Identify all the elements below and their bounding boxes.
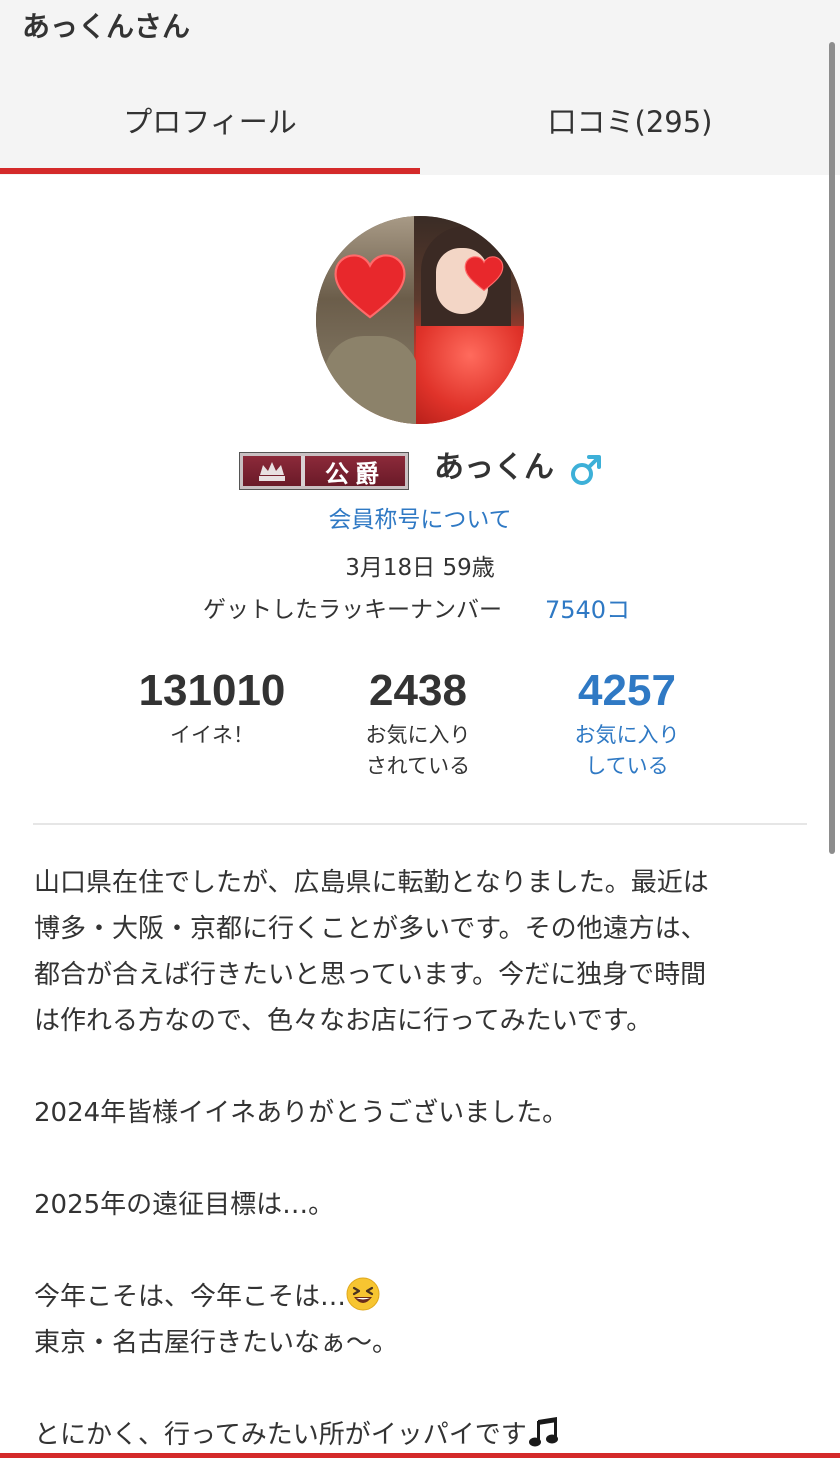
birthday-age: 3月18日 59歳	[345, 555, 495, 581]
stat-favoriting-link[interactable]: 4257 お気に入り している	[527, 664, 727, 782]
profile-page: あっくんさん プロフィール 口コミ(295) 公爵 あっくん 会員称号について …	[0, 0, 840, 1458]
active-tab-indicator	[0, 168, 420, 174]
stat-value[interactable]: 4257	[527, 664, 727, 718]
heart-sticker-icon	[464, 256, 504, 292]
male-icon	[571, 455, 601, 485]
member-title-link[interactable]: 会員称号について	[0, 504, 840, 536]
tab-reviews[interactable]: 口コミ(295)	[420, 90, 840, 150]
tab-profile[interactable]: プロフィール	[0, 90, 420, 150]
stat-likes: 131010 イイネ！	[112, 664, 312, 751]
bio-text: 山口県在住でしたが、広島県に転勤となりました。最近は 博多・大阪・京都に行くこと…	[34, 868, 709, 1450]
stat-label[interactable]: お気に入り している	[527, 720, 727, 782]
crown-icon	[243, 456, 301, 486]
lucky-number-value[interactable]: 7540コ	[545, 594, 630, 626]
stat-value: 2438	[369, 666, 467, 715]
user-name: あっくん	[434, 450, 554, 485]
stat-label: イイネ！	[170, 723, 254, 747]
scrollbar[interactable]	[829, 42, 835, 854]
bottom-bar-edge	[0, 1453, 840, 1458]
avatar	[316, 216, 524, 424]
music-notes-emoji	[528, 1417, 558, 1447]
divider	[33, 823, 807, 825]
rank-badge: 公爵	[239, 452, 409, 490]
laughing-face-emoji	[346, 1277, 380, 1311]
stat-label: お気に入り されている	[365, 723, 471, 778]
rank-text: 公爵	[325, 458, 385, 488]
heart-sticker-icon	[334, 254, 406, 319]
header: あっくんさん プロフィール 口コミ(295)	[0, 0, 840, 175]
lucky-number-label: ゲットしたラッキーナンバー	[203, 597, 502, 623]
stat-favorited: 2438 お気に入り されている	[318, 664, 518, 782]
stat-value: 131010	[138, 666, 286, 715]
page-title: あっくんさん	[22, 10, 191, 43]
